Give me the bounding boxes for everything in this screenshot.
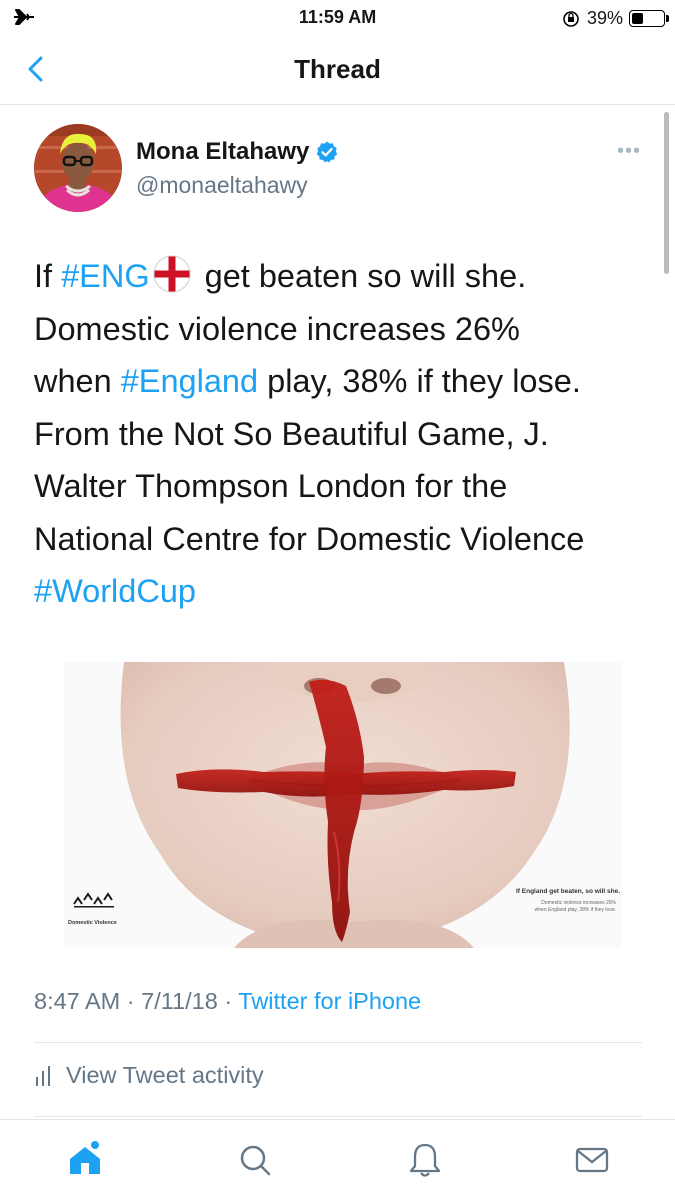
- scrollbar[interactable]: [664, 112, 669, 274]
- author-name[interactable]: Mona Eltahawy: [136, 138, 309, 166]
- text-fragment: play, 38% if they lose.: [258, 363, 581, 399]
- ad-caption-line: Domestic violence increases 26%: [541, 900, 616, 906]
- tweet-image[interactable]: Domestic Violence If England get beaten,…: [64, 662, 621, 948]
- search-icon: [240, 1145, 271, 1176]
- activity-label: View Tweet activity: [66, 1062, 264, 1088]
- hashtag-england[interactable]: #England: [121, 363, 258, 399]
- bell-icon: [409, 1143, 441, 1177]
- status-bar: 11:59 AM 39%: [0, 0, 675, 36]
- more-options-icon[interactable]: •••: [617, 140, 641, 163]
- tweet-text-line: If #ENG get beaten so will she.: [34, 250, 649, 303]
- separator: ·: [224, 988, 239, 1014]
- ad-caption-title: If England get beaten, so will she.: [516, 888, 621, 895]
- tweet-text-line: From the Not So Beautiful Game, J.: [34, 415, 549, 452]
- logo-text: Domestic Violence: [68, 920, 117, 926]
- home-icon: [70, 1141, 100, 1174]
- avatar[interactable]: [34, 124, 122, 212]
- tab-search[interactable]: [235, 1140, 275, 1180]
- view-tweet-activity-button[interactable]: View Tweet activity: [34, 1062, 264, 1089]
- tab-home[interactable]: [65, 1140, 105, 1180]
- england-flag-icon: [153, 255, 191, 293]
- battery-icon: [629, 10, 669, 27]
- divider: [34, 1042, 642, 1043]
- nav-bar: Thread: [0, 36, 675, 105]
- tweet-text-line: #WorldCup: [34, 565, 649, 618]
- hashtag-worldcup[interactable]: #WorldCup: [34, 573, 196, 609]
- text-fragment: when: [34, 363, 121, 399]
- battery-percent: 39%: [586, 8, 623, 28]
- text-fragment: If: [34, 258, 62, 294]
- tweet-source-link[interactable]: Twitter for iPhone: [238, 988, 421, 1014]
- avatar-image: [34, 124, 122, 212]
- tweet-text-line: Domestic violence increases 26%: [34, 310, 520, 347]
- ad-caption-line: when England play, 38% if they lose.: [534, 907, 616, 913]
- mail-icon: [575, 1147, 609, 1173]
- hashtag-eng[interactable]: #ENG: [61, 258, 150, 294]
- tab-notifications[interactable]: [405, 1140, 445, 1180]
- divider: [34, 1116, 642, 1117]
- tab-messages[interactable]: [572, 1140, 612, 1180]
- battery-fill: [632, 13, 643, 24]
- separator: ·: [126, 988, 142, 1014]
- tweet-date: 7/11/18: [141, 988, 218, 1014]
- page-title: Thread: [294, 54, 381, 84]
- tweet-time: 8:47 AM: [34, 988, 121, 1014]
- tweet-meta: 8:47 AM · 7/11/18 · Twitter for iPhone: [34, 988, 421, 1015]
- tab-bar: [0, 1119, 675, 1201]
- text-fragment: get beaten so will she.: [195, 258, 527, 294]
- battery-indicator: 39%: [561, 8, 669, 29]
- tweet-text-line: Walter Thompson London for the: [34, 468, 508, 504]
- tweet-text-line: when #England play, 38% if they lose.: [34, 355, 649, 408]
- ad-caption-body: Domestic violence increases 26% when Eng…: [516, 900, 616, 914]
- author-handle[interactable]: @monaeltahawy: [136, 172, 308, 199]
- verified-badge-icon: [317, 141, 338, 163]
- author-row[interactable]: Mona Eltahawy: [136, 138, 339, 166]
- activity-chart-icon: [36, 1065, 50, 1086]
- tweet-text-line: National Centre for Domestic Violence: [34, 520, 585, 557]
- orientation-lock-icon: [563, 10, 579, 27]
- tweet-text: If #ENG get beaten so will she. Domestic…: [34, 250, 649, 618]
